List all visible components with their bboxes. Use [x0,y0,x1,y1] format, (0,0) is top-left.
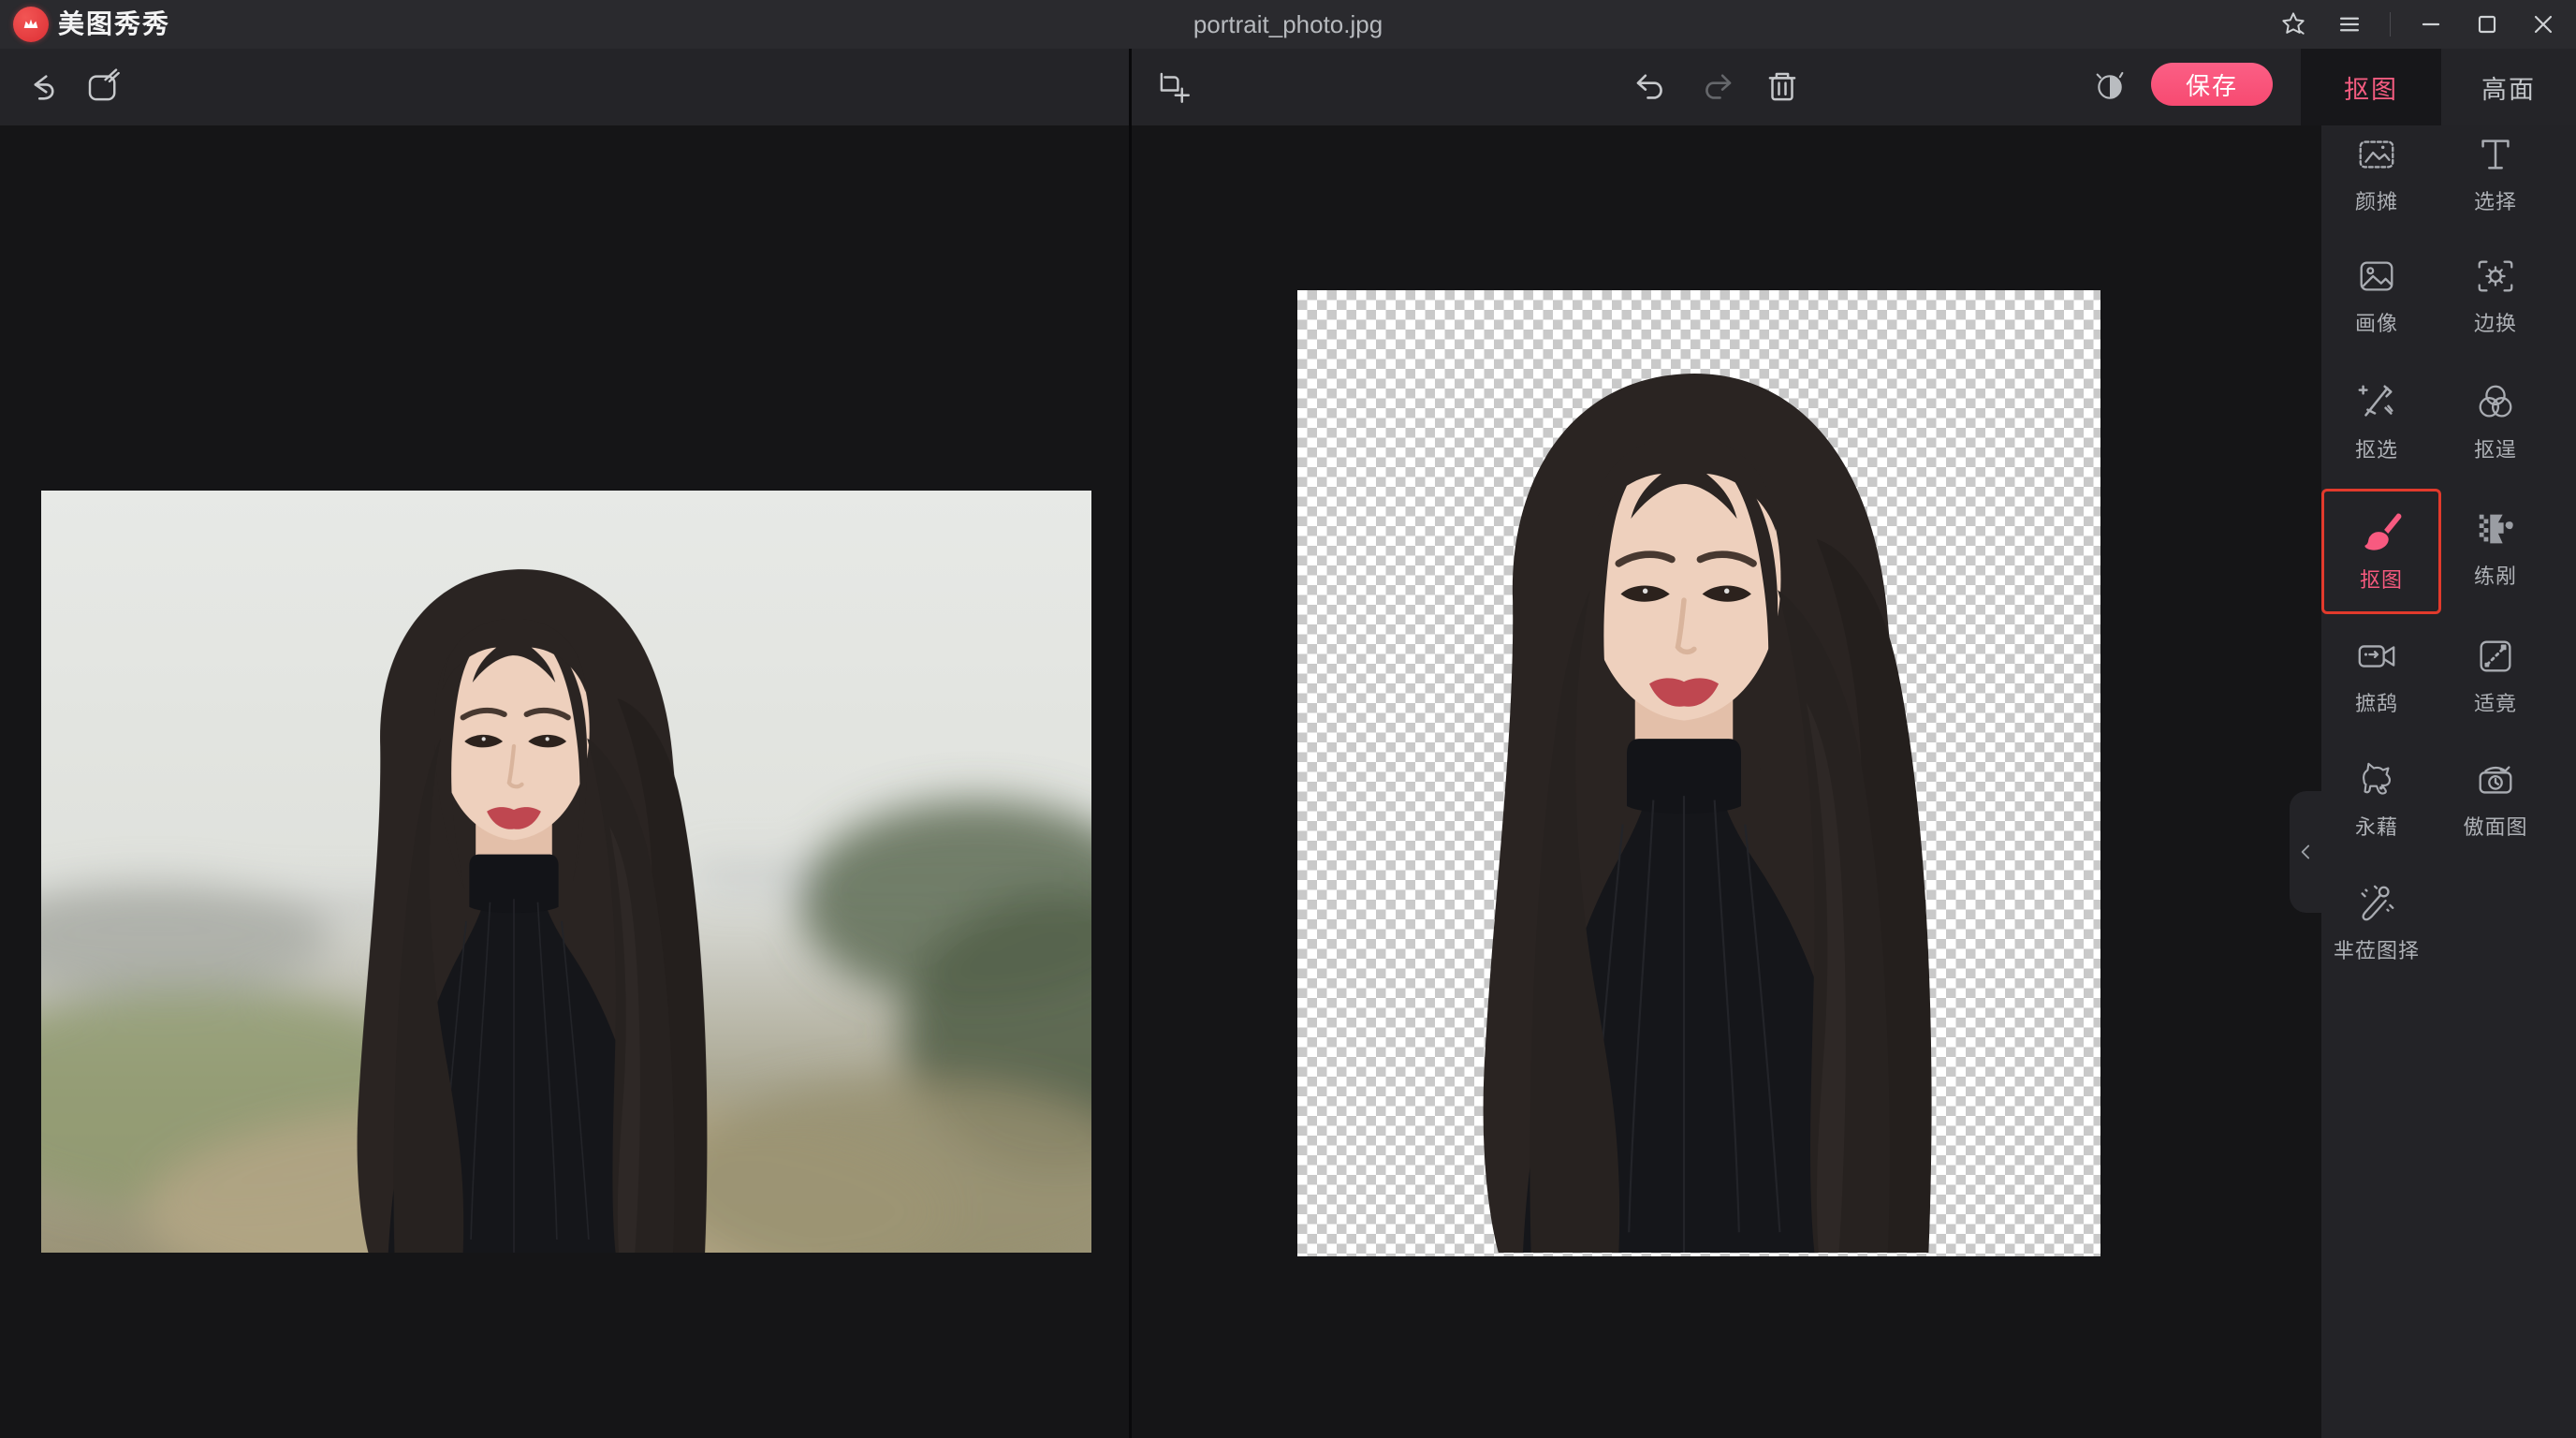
title-bar: 美图秀秀 portrait_photo.jpg [0,0,2576,50]
tab-canvas[interactable]: 高面 [2441,49,2576,125]
panel-divider [1129,49,1132,1438]
sidebar-tool-eyedropper[interactable]: 芈莅图择 [2311,882,2442,964]
app-title: 美图秀秀 [58,0,170,49]
pen-tool-icon [2355,381,2398,424]
adjust-icon [2474,255,2517,298]
sidebar-tool-template[interactable]: 颜摊 [2319,133,2435,215]
star-icon[interactable] [2277,8,2309,40]
camera-icon [2474,758,2517,801]
trash-icon[interactable] [1762,66,1803,108]
cutout-figure [1297,290,2100,1256]
resize-icon [2474,635,2517,678]
crop-icon[interactable] [1153,66,1194,108]
sidebar-tool-mosaic[interactable]: 练剐 [2437,507,2554,590]
edit-icon[interactable] [82,66,124,108]
undo-icon[interactable] [1631,66,1672,108]
sidebar-tool-resize[interactable]: 适竟 [2437,635,2554,717]
brush-icon [2358,509,2405,556]
back-icon[interactable] [21,66,62,108]
result-photo-transparent [1297,290,2100,1256]
sidebar-tool-cutout-selected[interactable]: 抠图 [2321,489,2441,614]
template-icon [2355,133,2398,176]
sidebar-tool-color[interactable]: 抠逞 [2437,381,2554,463]
sidebar-tool-text[interactable]: 选择 [2437,133,2554,215]
sidebar-tool-pen-select[interactable]: 抠选 [2319,381,2435,463]
tab-cutout[interactable]: 抠图 [2301,49,2441,125]
sidebar-tool-image[interactable]: 画像 [2319,255,2435,337]
color-wheel-icon [2474,381,2517,424]
animal-icon [2355,758,2398,801]
meitu-app-window: 美图秀秀 portrait_photo.jpg [0,0,2576,1438]
original-photo [41,491,1091,1253]
eyedropper-icon [2355,882,2398,925]
document-filename: portrait_photo.jpg [0,0,2576,49]
sidebar-tool-animal[interactable]: 永藉 [2319,758,2435,841]
text-icon [2474,133,2517,176]
video-icon [2355,635,2398,678]
menu-icon[interactable] [2334,8,2365,40]
close-icon[interactable] [2527,8,2559,40]
mosaic-icon [2474,507,2517,550]
titlebar-divider [2390,12,2391,37]
save-button[interactable]: 保存 [2151,63,2273,106]
image-icon [2355,255,2398,298]
minimize-icon[interactable] [2415,8,2447,40]
toolbar: 保存 抠图 高面 [0,49,2576,126]
redo-icon[interactable] [1696,66,1737,108]
canvas-area: 原图 效果图 [0,125,2321,1438]
compare-icon[interactable] [2089,66,2130,108]
sidebar-tool-camera[interactable]: 傲面图 [2437,758,2554,841]
maximize-icon[interactable] [2471,8,2503,40]
sidebar-tool-adjust[interactable]: 边换 [2437,255,2554,337]
chevron-left-icon [2294,840,2319,864]
sidebar-tool-video[interactable]: 摭鸹 [2319,635,2435,717]
app-logo-icon [13,7,49,42]
